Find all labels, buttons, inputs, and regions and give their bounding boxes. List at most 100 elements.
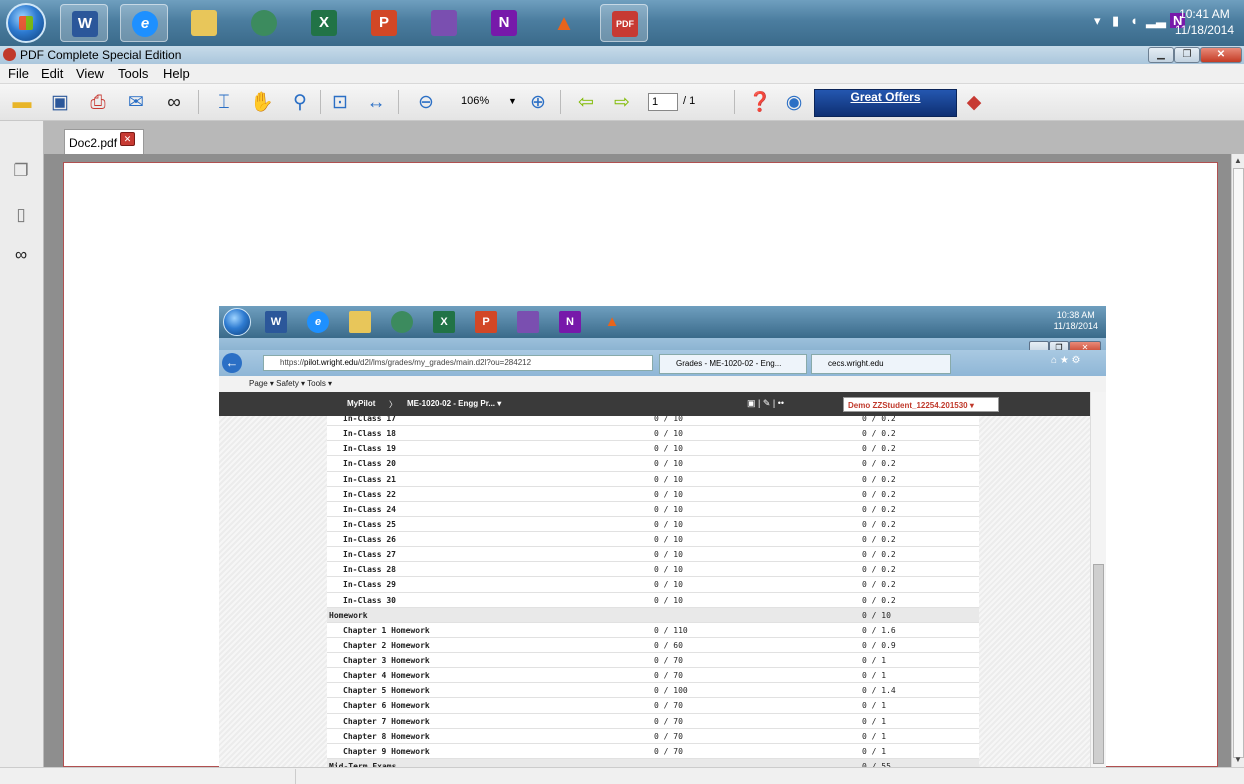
grade-item-name: In-Class 27 bbox=[343, 550, 396, 560]
previous-page-icon[interactable]: ⇦ bbox=[572, 89, 600, 116]
close-button[interactable]: ✕ bbox=[1200, 47, 1242, 63]
taskbar-pdf-complete[interactable]: PDF bbox=[600, 4, 648, 42]
menu-tools[interactable]: Tools bbox=[118, 66, 148, 81]
taskbar-word[interactable]: W bbox=[60, 4, 108, 42]
restore-button[interactable]: ❐ bbox=[1174, 47, 1200, 63]
save-icon[interactable]: ▣ bbox=[46, 89, 74, 116]
grade-points: 0 / 10 bbox=[654, 444, 683, 454]
select-text-icon[interactable]: ⌶ bbox=[210, 89, 238, 116]
scroll-thumb[interactable] bbox=[1233, 168, 1244, 758]
hand-tool-icon[interactable]: ✋ bbox=[248, 89, 276, 116]
embedded-scroll-thumb bbox=[1093, 564, 1104, 764]
pdf-offer-icon[interactable]: ◆ bbox=[960, 89, 988, 116]
zoom-dropdown-chevron-icon[interactable]: ▼ bbox=[508, 96, 517, 106]
find-binoculars-icon[interactable]: ∞ bbox=[160, 89, 188, 116]
grade-category-row: Homework 0 / 10 bbox=[327, 607, 979, 623]
bookmarks-icon[interactable]: ▯ bbox=[10, 205, 32, 227]
network-icon[interactable]: ▂▃ bbox=[1146, 13, 1166, 29]
grade-weight: 0 / 0.2 bbox=[862, 489, 896, 499]
fit-page-icon[interactable]: ⊡ bbox=[326, 89, 354, 116]
vertical-scrollbar[interactable]: ▲ ▼ bbox=[1231, 154, 1244, 767]
zoom-level[interactable]: 106% bbox=[461, 95, 489, 107]
help-icon[interactable]: ❓ bbox=[746, 89, 774, 116]
taskbar-sync[interactable] bbox=[240, 4, 288, 42]
page-number-input[interactable]: 1 bbox=[648, 93, 678, 111]
grade-item-row: Chapter 8 Homework 0 / 70 0 / 1 bbox=[327, 729, 979, 744]
grade-item-name: In-Class 30 bbox=[343, 595, 396, 605]
grade-weight: 0 / 1 bbox=[862, 701, 887, 711]
taskbar-onenote[interactable]: N bbox=[480, 4, 528, 42]
url-prefix: https:// bbox=[280, 358, 305, 367]
search-binoculars-icon[interactable]: ∞ bbox=[10, 245, 32, 267]
embedded-url: https://pilot.wright.edu/d2l/lms/grades/… bbox=[263, 355, 653, 371]
open-folder-icon[interactable]: ▬ bbox=[8, 89, 36, 116]
embedded-tab-grades: Grades - ME-1020-02 - Eng... bbox=[659, 354, 807, 374]
tab-close-icon[interactable]: ✕ bbox=[120, 132, 135, 146]
volume-icon[interactable]: ◖ bbox=[1130, 13, 1138, 28]
grade-item-row: In-Class 18 0 / 10 0 / 0.2 bbox=[327, 426, 979, 442]
grade-points: 0 / 10 bbox=[654, 429, 683, 439]
system-tray: ▾ ▮ ◖ ▂▃ N 10:41 AM 11/18/2014 bbox=[1044, 0, 1244, 46]
clock-time: 10:41 AM bbox=[1179, 7, 1230, 21]
update-icon[interactable]: ◉ bbox=[780, 89, 808, 116]
menu-help[interactable]: Help bbox=[163, 66, 190, 81]
menu-file[interactable]: File bbox=[8, 66, 29, 81]
taskbar-powerpoint[interactable]: P bbox=[360, 4, 408, 42]
grade-item-name: Chapter 9 Homework bbox=[343, 746, 430, 756]
grade-item-name: In-Class 18 bbox=[343, 429, 396, 439]
grade-points: 0 / 10 bbox=[654, 416, 683, 423]
great-offers-button[interactable]: Great Offers bbox=[814, 89, 957, 117]
taskbar-file-explorer[interactable] bbox=[180, 4, 228, 42]
zoom-in-icon[interactable]: ⊕ bbox=[524, 89, 552, 116]
menu-edit[interactable]: Edit bbox=[41, 66, 63, 81]
grade-weight: 0 / 1 bbox=[862, 671, 887, 681]
minimize-button[interactable]: ▁ bbox=[1148, 47, 1174, 63]
grade-weight: 0 / 0.2 bbox=[862, 580, 896, 590]
scroll-down-icon[interactable]: ▼ bbox=[1234, 755, 1242, 764]
grade-item-row: In-Class 21 0 / 10 0 / 0.2 bbox=[327, 472, 979, 487]
taskbar-internet-explorer[interactable]: e bbox=[120, 4, 168, 42]
zoom-tool-icon[interactable]: ⚲ bbox=[286, 89, 314, 116]
embedded-clock-date: 11/18/2014 bbox=[1053, 321, 1098, 331]
email-icon[interactable]: ✉ bbox=[122, 89, 150, 116]
zoom-out-icon[interactable]: ⊖ bbox=[412, 89, 440, 116]
grade-points: 0 / 10 bbox=[654, 504, 683, 514]
power-icon[interactable]: ▮ bbox=[1112, 13, 1119, 29]
start-button[interactable] bbox=[6, 3, 46, 43]
grade-item-row: Chapter 2 Homework 0 / 60 0 / 0.9 bbox=[327, 638, 979, 653]
embedded-tab-cecs: cecs.wright.edu bbox=[811, 354, 951, 374]
fit-width-icon[interactable]: ↔ bbox=[362, 89, 390, 116]
embedded-grades-content: In-Class 17 0 / 10 0 / 0.2 In-Class 18 0 / 1… bbox=[219, 416, 1106, 768]
window-title: PDF Complete Special Edition bbox=[20, 48, 182, 62]
grade-item-row: In-Class 26 0 / 10 0 / 0.2 bbox=[327, 532, 979, 548]
embedded-excel-icon: X bbox=[433, 311, 455, 333]
menu-bar: File Edit View Tools Help bbox=[0, 64, 1244, 84]
scroll-up-icon[interactable]: ▲ bbox=[1234, 156, 1242, 165]
embedded-home-star-gear-icons: ⌂ ★ ⚙ bbox=[1051, 355, 1081, 366]
clock[interactable]: 10:41 AM 11/18/2014 bbox=[1175, 6, 1234, 38]
embedded-d2l-navbar: MyPilot 〉 ME-1020-02 - Engg Pr... ▾ ▣ | … bbox=[219, 392, 1106, 416]
taskbar-matlab[interactable]: ▲ bbox=[540, 4, 588, 42]
grade-points: 0 / 10 bbox=[654, 459, 683, 469]
embedded-command-bar: Page ▾ Safety ▾ Tools ▾ bbox=[219, 376, 1106, 392]
embedded-nav-separator: 〉 bbox=[389, 400, 397, 409]
next-page-icon[interactable]: ⇨ bbox=[608, 89, 636, 116]
taskbar-excel[interactable]: X bbox=[300, 4, 348, 42]
taskbar-visio[interactable] bbox=[420, 4, 468, 42]
grade-points: 0 / 70 bbox=[654, 746, 683, 756]
grade-points: 0 / 10 bbox=[654, 489, 683, 499]
toolbar: ▬ ▣ ⎙ ✉ ∞ ⌶ ✋ ⚲ ⊡ ↔ ⊖ 106% ▼ ⊕ ⇦ ⇨ 1 / 1… bbox=[0, 84, 1244, 121]
left-panel: ❐ ▯ ∞ bbox=[0, 121, 44, 767]
tab-doc2[interactable]: Doc2.pdf ✕ bbox=[64, 129, 144, 154]
embedded-folder-icon bbox=[349, 311, 371, 333]
menu-view[interactable]: View bbox=[76, 66, 104, 81]
tray-chevron-icon[interactable]: ▾ bbox=[1094, 13, 1101, 29]
grade-item-name: In-Class 25 bbox=[343, 519, 396, 529]
grade-weight: 0 / 0.9 bbox=[862, 640, 896, 650]
pages-icon[interactable]: ❐ bbox=[10, 161, 32, 183]
embedded-matlab-icon: ▲ bbox=[604, 313, 620, 330]
status-divider bbox=[295, 769, 296, 784]
print-icon[interactable]: ⎙ bbox=[84, 89, 112, 116]
grade-item-row: In-Class 25 0 / 10 0 / 0.2 bbox=[327, 517, 979, 532]
grade-points: 0 / 70 bbox=[654, 731, 683, 741]
